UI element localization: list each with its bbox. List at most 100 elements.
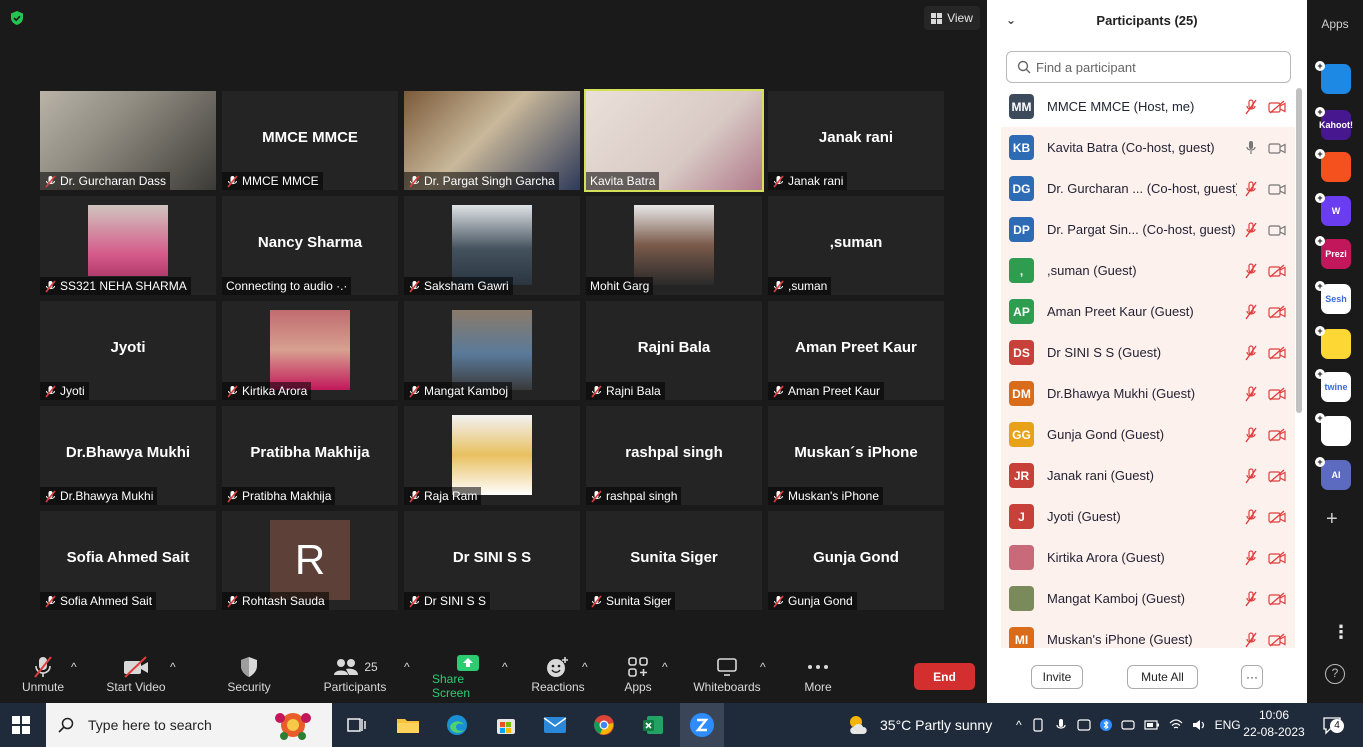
flowspace-icon[interactable] [1321, 64, 1351, 94]
microphone-muted-icon[interactable] [1244, 467, 1258, 484]
apps-button[interactable]: Apps [617, 654, 659, 700]
add-app-icon[interactable]: + [1326, 508, 1338, 531]
add-app-plus-icon[interactable]: + [1315, 457, 1325, 467]
participant-row[interactable]: , ,suman (Guest) [1001, 250, 1295, 291]
slides-icon[interactable] [1321, 152, 1351, 182]
add-app-plus-icon[interactable]: + [1315, 193, 1325, 203]
collapse-panel-chevron-icon[interactable]: ⌄ [1006, 13, 1016, 27]
participant-video-tile[interactable]: R Rohtash Sauda [222, 511, 398, 610]
video-off-icon[interactable] [1268, 633, 1286, 647]
microphone-muted-icon[interactable] [1244, 303, 1258, 320]
panel-more-button[interactable]: ··· [1241, 665, 1263, 689]
grid-app-icon[interactable] [1321, 416, 1351, 446]
participants-options-caret[interactable]: ^ [404, 660, 410, 706]
video-off-icon[interactable] [1268, 346, 1286, 360]
twine-icon[interactable]: twine [1321, 372, 1351, 402]
language-indicator[interactable]: ENG [1215, 718, 1241, 732]
participant-video-tile[interactable]: Nancy Sharma Connecting to audio ·.· [222, 196, 398, 295]
participant-video-tile[interactable]: ,suman ,suman [768, 196, 944, 295]
microsoft-store-icon[interactable] [492, 711, 520, 739]
invite-button[interactable]: Invite [1031, 665, 1083, 689]
participant-video-tile[interactable]: SS321 NEHA SHARMA [40, 196, 216, 295]
chrome-icon[interactable] [590, 711, 618, 739]
whiteboards-options-caret[interactable]: ^ [760, 660, 766, 706]
start-video-button[interactable]: Start Video [105, 654, 167, 700]
participants-button[interactable]: 25 Participants [322, 654, 388, 700]
video-on-icon[interactable] [1268, 223, 1286, 237]
help-icon[interactable]: ? [1325, 664, 1345, 684]
participant-video-tile[interactable]: Muskan´s iPhone Muskan's iPhone [768, 406, 944, 505]
add-app-plus-icon[interactable]: + [1315, 107, 1325, 117]
battery-icon[interactable] [1144, 719, 1160, 731]
ai-app-icon[interactable]: AI [1321, 460, 1351, 490]
encryption-shield-icon[interactable] [9, 10, 25, 26]
participant-video-tile[interactable]: Rajni Bala Rajni Bala [586, 301, 762, 400]
participant-video-tile[interactable]: Sofia Ahmed Sait Sofia Ahmed Sait [40, 511, 216, 610]
video-off-icon[interactable] [1268, 264, 1286, 278]
video-off-icon[interactable] [1268, 100, 1286, 114]
task-view-icon[interactable] [343, 711, 371, 739]
sesh-icon[interactable]: Sesh [1321, 284, 1351, 314]
participant-row[interactable]: DG Dr. Gurcharan ... (Co-host, guest) [1001, 168, 1295, 209]
participant-video-tile[interactable]: Raja Ram [404, 406, 580, 505]
microphone-muted-icon[interactable] [1244, 590, 1258, 607]
sidebar-more-icon[interactable]: ⋮ [1332, 623, 1350, 641]
participant-row[interactable]: MI Muskan's iPhone (Guest) [1001, 619, 1295, 648]
mute-all-button[interactable]: Mute All [1127, 665, 1198, 689]
more-button[interactable]: More [800, 654, 836, 700]
notification-center-icon[interactable]: 4 [1322, 715, 1344, 740]
microphone-muted-icon[interactable] [1244, 631, 1258, 648]
add-app-plus-icon[interactable]: + [1315, 149, 1325, 159]
bluetooth-icon[interactable] [1099, 718, 1112, 732]
microphone-muted-icon[interactable] [1244, 221, 1258, 238]
reactions-button[interactable]: Reactions [530, 654, 586, 700]
excel-icon[interactable] [639, 711, 667, 739]
add-app-plus-icon[interactable]: + [1315, 236, 1325, 246]
participant-video-tile[interactable]: Jyoti Jyoti [40, 301, 216, 400]
participant-list-scrollbar[interactable] [1296, 88, 1302, 413]
emoji-app-icon[interactable] [1321, 329, 1351, 359]
participant-video-tile[interactable]: Pratibha Makhija Pratibha Makhija [222, 406, 398, 505]
microphone-muted-icon[interactable] [1244, 344, 1258, 361]
tray-microphone-icon[interactable] [1054, 718, 1068, 732]
microphone-muted-icon[interactable] [1244, 180, 1258, 197]
participant-row[interactable]: MM MMCE MMCE (Host, me) [1001, 86, 1295, 127]
microphone-muted-icon[interactable] [1244, 98, 1258, 115]
participant-video-tile[interactable]: Dr SINI S S Dr SINI S S [404, 511, 580, 610]
share-screen-button[interactable]: Share Screen [432, 654, 504, 700]
add-app-plus-icon[interactable]: + [1315, 326, 1325, 336]
participant-video-tile[interactable]: Kirtika Arora [222, 301, 398, 400]
participant-video-tile[interactable]: Dr. Gurcharan Dass [40, 91, 216, 190]
apps-options-caret[interactable]: ^ [662, 660, 668, 706]
participant-row[interactable]: AP Aman Preet Kaur (Guest) [1001, 291, 1295, 332]
participant-video-tile[interactable]: Saksham Gawri [404, 196, 580, 295]
video-on-icon[interactable] [1268, 141, 1286, 155]
volume-icon[interactable] [1192, 718, 1206, 732]
video-on-icon[interactable] [1268, 182, 1286, 196]
taskbar-search-box[interactable]: Type here to search [46, 703, 332, 747]
tray-device-icon[interactable] [1031, 718, 1045, 732]
video-off-icon[interactable] [1268, 469, 1286, 483]
participant-row[interactable]: J Jyoti (Guest) [1001, 496, 1295, 537]
participant-row[interactable]: JR Janak rani (Guest) [1001, 455, 1295, 496]
participant-video-tile[interactable]: Sunita Siger Sunita Siger [586, 511, 762, 610]
video-options-caret[interactable]: ^ [170, 660, 176, 706]
participant-video-tile[interactable]: MMCE MMCE MMCE MMCE [222, 91, 398, 190]
security-button[interactable]: Security [227, 654, 271, 700]
add-app-plus-icon[interactable]: + [1315, 281, 1325, 291]
participant-video-tile[interactable]: Aman Preet Kaur Aman Preet Kaur [768, 301, 944, 400]
participant-video-tile[interactable]: rashpal singh rashpal singh [586, 406, 762, 505]
microphone-muted-icon[interactable] [1244, 385, 1258, 402]
video-off-icon[interactable] [1268, 592, 1286, 606]
prezi-icon[interactable]: Prezi [1321, 239, 1351, 269]
microphone-muted-icon[interactable] [1244, 262, 1258, 279]
add-app-plus-icon[interactable]: + [1315, 369, 1325, 379]
taskbar-clock[interactable]: 10:06 22-08-2023 [1240, 707, 1308, 741]
zoom-icon[interactable] [688, 711, 716, 739]
participant-video-tile[interactable]: Dr. Pargat Singh Garcha [404, 91, 580, 190]
participant-video-tile[interactable]: Mangat Kamboj [404, 301, 580, 400]
view-button[interactable]: View [924, 6, 980, 30]
participant-row[interactable]: DP Dr. Pargat Sin... (Co-host, guest) [1001, 209, 1295, 250]
participant-video-tile[interactable]: Janak rani Janak rani [768, 91, 944, 190]
participant-video-tile[interactable]: Mohit Garg [586, 196, 762, 295]
